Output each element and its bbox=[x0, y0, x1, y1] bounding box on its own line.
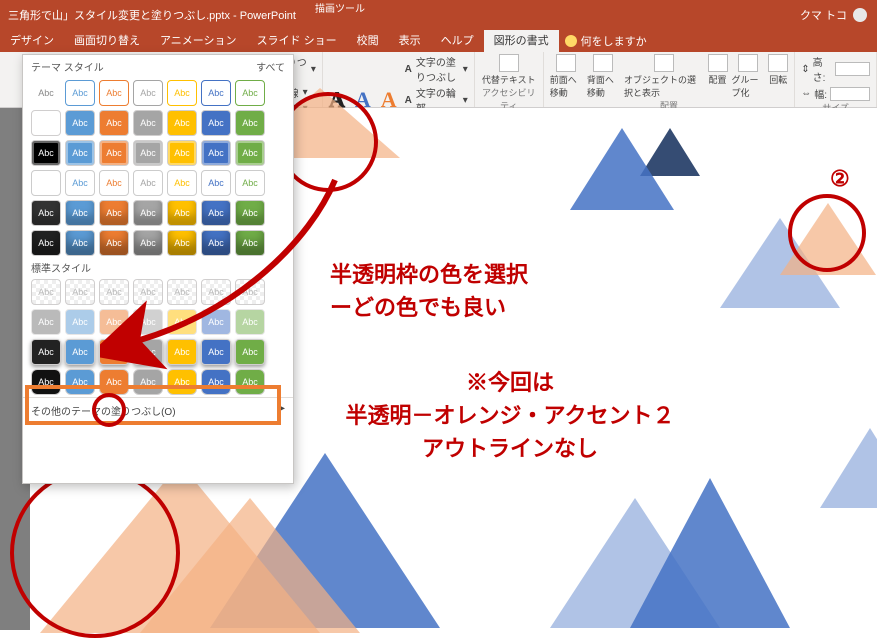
style-swatch[interactable]: Abc bbox=[201, 110, 231, 136]
user-avatar-icon[interactable] bbox=[853, 8, 867, 22]
style-swatch[interactable]: Abc bbox=[201, 80, 231, 106]
bulb-icon bbox=[565, 35, 577, 47]
style-swatch[interactable]: Abc bbox=[99, 80, 129, 106]
style-swatch[interactable]: Abc bbox=[65, 369, 95, 395]
style-swatch[interactable]: Abc bbox=[167, 140, 197, 166]
bring-forward-label: 前面へ移動 bbox=[550, 73, 583, 99]
tab-help[interactable]: ヘルプ bbox=[431, 30, 484, 52]
style-swatch[interactable]: Abc bbox=[31, 200, 61, 226]
style-swatch[interactable]: Abc bbox=[65, 170, 95, 196]
align-button[interactable]: 配置 bbox=[708, 54, 728, 99]
style-swatch[interactable]: Abc bbox=[31, 80, 61, 106]
tab-animation[interactable]: アニメーション bbox=[150, 30, 247, 52]
send-backward-button[interactable]: 背面へ移動 bbox=[587, 54, 620, 99]
style-swatch[interactable]: Abc bbox=[31, 309, 61, 335]
group-objects-label: グループ化 bbox=[732, 73, 765, 99]
annotation-line: ※今回は bbox=[300, 366, 720, 399]
tell-me-label: 何をしますか bbox=[581, 33, 647, 49]
title-bar: 三角形で山」スタイル変更と塗りつぶし.pptx - PowerPoint 描画ツ… bbox=[0, 0, 877, 30]
more-theme-fills[interactable]: その他のテーマの塗りつぶし(O)▸ bbox=[23, 397, 293, 423]
style-swatch[interactable]: Abc bbox=[31, 170, 61, 196]
style-swatch[interactable]: Abc bbox=[133, 80, 163, 106]
style-swatch[interactable]: Abc bbox=[65, 230, 95, 256]
style-swatch[interactable]: Abc bbox=[65, 110, 95, 136]
annotation-arrow bbox=[100, 170, 360, 390]
height-label: 高さ: bbox=[813, 54, 833, 84]
style-swatch[interactable]: Abc bbox=[31, 339, 61, 365]
selection-pane-button[interactable]: オブジェクトの選択と表示 bbox=[624, 54, 704, 99]
user-area: クマ トコ bbox=[800, 7, 877, 23]
style-swatch[interactable]: Abc bbox=[167, 80, 197, 106]
annotation-line: アウトラインなし bbox=[300, 432, 720, 465]
style-swatch[interactable]: Abc bbox=[31, 230, 61, 256]
style-swatch[interactable]: Abc bbox=[31, 279, 61, 305]
send-backward-label: 背面へ移動 bbox=[587, 73, 620, 99]
annotation-circle bbox=[788, 194, 866, 272]
annotation-number-badge: ② bbox=[830, 166, 850, 192]
style-swatch[interactable]: Abc bbox=[65, 339, 95, 365]
alt-text-button[interactable]: 代替テキスト bbox=[481, 54, 537, 86]
tab-view[interactable]: 表示 bbox=[389, 30, 431, 52]
rotate-label: 回転 bbox=[769, 73, 787, 86]
style-swatch[interactable]: Abc bbox=[65, 200, 95, 226]
style-swatch[interactable]: Abc bbox=[167, 110, 197, 136]
group-objects-button[interactable]: グループ化 bbox=[732, 54, 765, 99]
style-swatch[interactable]: Abc bbox=[31, 110, 61, 136]
width-label: 幅: bbox=[814, 86, 827, 101]
style-swatch[interactable]: Abc bbox=[31, 369, 61, 395]
align-label: 配置 bbox=[708, 73, 726, 86]
contextual-tab-label: 描画ツール bbox=[315, 0, 365, 14]
annotation-circle bbox=[10, 468, 180, 638]
tab-slideshow[interactable]: スライド ショー bbox=[247, 30, 347, 52]
style-swatch[interactable]: Abc bbox=[133, 140, 163, 166]
style-swatch[interactable]: Abc bbox=[65, 80, 95, 106]
group-accessibility: 代替テキスト アクセシビリティ bbox=[475, 52, 544, 107]
tab-transitions[interactable]: 画面切り替え bbox=[64, 30, 150, 52]
selection-pane-label: オブジェクトの選択と表示 bbox=[624, 73, 704, 99]
tab-review[interactable]: 校閲 bbox=[347, 30, 389, 52]
rotate-button[interactable]: 回転 bbox=[768, 54, 788, 99]
triangle-shape[interactable] bbox=[570, 128, 674, 210]
file-name: 三角形で山」スタイル変更と塗りつぶし.pptx - PowerPoint bbox=[0, 7, 296, 23]
annotation-text: ※今回は 半透明－オレンジ・アクセント２ アウトラインなし bbox=[300, 366, 720, 465]
tab-shape-format[interactable]: 図形の書式 bbox=[484, 30, 559, 52]
text-fill-button[interactable]: A文字の塗りつぶし▾ bbox=[405, 54, 468, 84]
style-swatch[interactable]: Abc bbox=[201, 140, 231, 166]
alt-text-label: 代替テキスト bbox=[482, 73, 536, 86]
menu-bar: デザイン 画面切り替え アニメーション スライド ショー 校閲 表示 ヘルプ 図… bbox=[0, 30, 877, 52]
triangle-shape[interactable] bbox=[820, 428, 877, 508]
style-swatch[interactable]: Abc bbox=[65, 279, 95, 305]
bring-forward-button[interactable]: 前面へ移動 bbox=[550, 54, 583, 99]
style-swatch[interactable]: Abc bbox=[235, 110, 265, 136]
style-swatch[interactable]: Abc bbox=[65, 140, 95, 166]
style-swatch[interactable]: Abc bbox=[133, 110, 163, 136]
annotation-circle-swatch bbox=[92, 393, 126, 427]
tab-design[interactable]: デザイン bbox=[0, 30, 64, 52]
style-swatch[interactable]: Abc bbox=[235, 80, 265, 106]
style-swatch[interactable]: Abc bbox=[99, 110, 129, 136]
text-fill-label: 文字の塗りつぶし bbox=[416, 54, 459, 84]
annotation-line: 半透明－オレンジ・アクセント２ bbox=[300, 399, 720, 432]
width-input[interactable]: ⇔幅: bbox=[801, 86, 870, 101]
triangle-shape[interactable] bbox=[630, 478, 790, 628]
style-swatch[interactable]: Abc bbox=[65, 309, 95, 335]
style-swatch[interactable]: Abc bbox=[31, 140, 61, 166]
user-name: クマ トコ bbox=[800, 7, 847, 23]
style-swatch[interactable]: Abc bbox=[235, 140, 265, 166]
group-size: ⇕高さ: ⇔幅: サイズ bbox=[795, 52, 877, 107]
tell-me[interactable]: 何をしますか bbox=[565, 33, 647, 49]
theme-styles-header: テーマ スタイル bbox=[31, 59, 104, 74]
all-dropdown[interactable]: すべて bbox=[256, 59, 285, 74]
height-input[interactable]: ⇕高さ: bbox=[801, 54, 870, 84]
style-swatch[interactable]: Abc bbox=[99, 140, 129, 166]
chevron-right-icon: ▸ bbox=[280, 403, 285, 418]
group-arrange: 前面へ移動 背面へ移動 オブジェクトの選択と表示 配置 グループ化 回転 配置 bbox=[544, 52, 796, 107]
